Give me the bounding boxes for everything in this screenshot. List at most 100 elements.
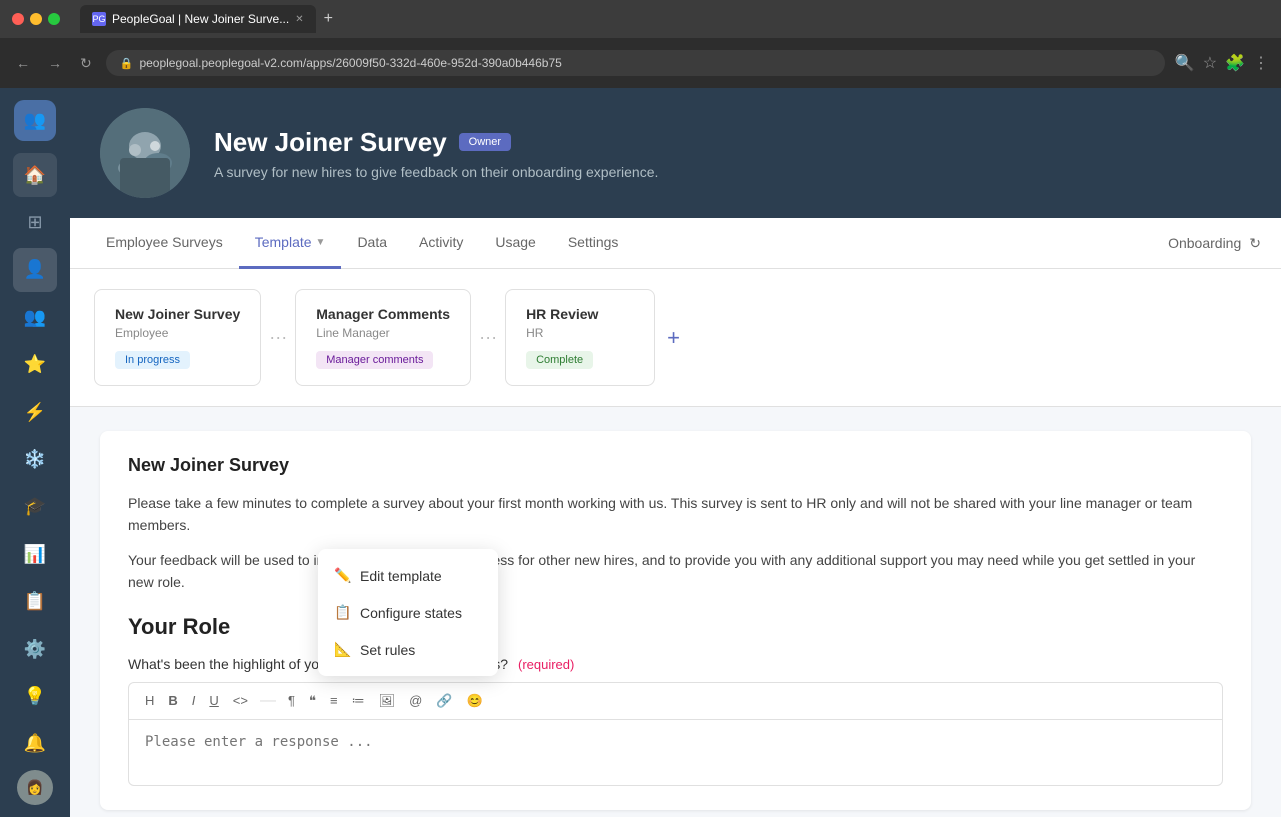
tab-label-activity: Activity (419, 234, 463, 250)
sidebar-item-okr[interactable]: ❄️ (13, 438, 57, 481)
address-bar[interactable]: 🔒 peoplegoal.peoplegoal-v2.com/apps/2600… (106, 50, 1165, 76)
stage-badge-1: In progress (115, 351, 190, 369)
user-avatar[interactable]: 👩 (17, 770, 53, 806)
logo-icon: 👥 (24, 110, 46, 131)
header-info: New Joiner Survey Owner A survey for new… (214, 127, 1251, 180)
browser-titlebar: PG PeopleGoal | New Joiner Surve... ✕ + (0, 0, 1281, 38)
tab-data[interactable]: Data (341, 218, 403, 269)
survey-section: New Joiner Survey Please take a few minu… (100, 431, 1251, 810)
response-area-1: H B I U <> — ¶ ❝ ≡ ≔ 🖼 @ 🔗 (128, 682, 1223, 786)
star-icon: ⭐ (24, 354, 46, 375)
new-tab-button[interactable]: + (324, 10, 333, 28)
sidebar-item-home[interactable]: 🏠 (13, 153, 57, 196)
app-logo[interactable]: 👥 (14, 100, 56, 141)
paragraph-button[interactable]: ¶ (284, 691, 299, 710)
italic-button[interactable]: I (188, 691, 200, 710)
survey-section-title: New Joiner Survey (128, 455, 1223, 476)
tab-activity[interactable]: Activity (403, 218, 479, 269)
tab-label-template: Template (255, 234, 312, 250)
minimize-button[interactable] (30, 13, 42, 25)
bulb-icon: 💡 (24, 686, 46, 707)
traffic-lights (12, 13, 60, 25)
menu-icon[interactable]: ⋮ (1253, 53, 1269, 73)
tab-usage[interactable]: Usage (479, 218, 551, 269)
tab-label-usage: Usage (495, 234, 535, 250)
tab-favicon: PG (92, 12, 106, 26)
nav-right-onboarding[interactable]: Onboarding ↻ (1168, 235, 1261, 252)
link-button[interactable]: 🔗 (432, 691, 456, 711)
stage-dots-1: ··· (261, 327, 295, 348)
active-tab[interactable]: PG PeopleGoal | New Joiner Surve... ✕ (80, 5, 316, 33)
sidebar-item-reports[interactable]: 📋 (13, 580, 57, 623)
app-header: New Joiner Survey Owner A survey for new… (70, 88, 1281, 218)
code-button[interactable]: <> (229, 691, 252, 710)
maximize-button[interactable] (48, 13, 60, 25)
stage-badge-2: Manager comments (316, 351, 433, 369)
dropdown-item-configure-states[interactable]: 📋 Configure states (318, 594, 498, 631)
tab-close-icon[interactable]: ✕ (295, 14, 303, 25)
tab-label-employee-surveys: Employee Surveys (106, 234, 223, 250)
image-button[interactable]: 🖼 (375, 691, 400, 711)
survey-avatar-image (100, 108, 190, 198)
back-button[interactable]: ← (12, 51, 34, 75)
tab-employee-surveys[interactable]: Employee Surveys (90, 218, 239, 269)
stage-card-hr[interactable]: HR Review HR Complete (505, 289, 655, 386)
tab-settings[interactable]: Settings (552, 218, 635, 269)
sidebar-item-analytics[interactable]: 📊 (13, 533, 57, 576)
stage-card-manager[interactable]: Manager Comments Line Manager Manager co… (295, 289, 471, 386)
response-input-1[interactable] (129, 720, 1222, 780)
survey-description-2: Your feedback will be used to improve ou… (128, 549, 1223, 594)
stage-dots-2: ··· (471, 327, 505, 348)
stage-name-2: Manager Comments (316, 306, 450, 322)
blockquote-button[interactable]: ❝ (305, 691, 320, 711)
question-1-label: What's been the highlight of your first … (128, 656, 1223, 672)
sidebar-item-apps[interactable]: ⊞ (13, 201, 57, 244)
bullet-list-button[interactable]: ≡ (326, 691, 342, 710)
content-area: New Joiner Survey Employee In progress ·… (70, 269, 1281, 817)
sidebar-item-goals[interactable]: ⭐ (13, 343, 57, 386)
dropdown-item-edit-template[interactable]: ✏️ Edit template (318, 557, 498, 594)
survey-description-1: Please take a few minutes to complete a … (128, 492, 1223, 537)
sidebar-item-team[interactable]: 👥 (13, 296, 57, 339)
snowflake-icon: ❄️ (24, 449, 46, 470)
tab-bar: PG PeopleGoal | New Joiner Surve... ✕ + (80, 5, 1269, 33)
emoji-button[interactable]: 😊 (462, 691, 486, 711)
underline-button[interactable]: U (205, 691, 222, 710)
stage-card-new-joiner[interactable]: New Joiner Survey Employee In progress (94, 289, 261, 386)
rules-icon: 📐 (334, 641, 350, 658)
mention-button[interactable]: @ (405, 691, 426, 710)
dropdown-menu: ✏️ Edit template 📋 Configure states 📐 Se… (318, 549, 498, 676)
refresh-button[interactable]: ↻ (76, 51, 96, 76)
tab-label: PeopleGoal | New Joiner Surve... (112, 12, 289, 26)
numbered-list-button[interactable]: ≔ (348, 691, 369, 711)
survey-subtitle: A survey for new hires to give feedback … (214, 164, 1251, 180)
configure-icon: 📋 (334, 604, 350, 621)
dropdown-overlay: ✏️ Edit template 📋 Configure states 📐 Se… (318, 549, 498, 676)
add-stage-button[interactable]: + (655, 325, 692, 351)
bold-button[interactable]: B (164, 691, 181, 710)
bookmark-icon[interactable]: ☆ (1203, 53, 1217, 73)
sidebar: 👥 🏠 ⊞ 👤 👥 ⭐ ⚡ ❄️ 🎓 📊 📋 (0, 88, 70, 817)
extensions-icon[interactable]: 🧩 (1225, 53, 1245, 73)
stage-role-2: Line Manager (316, 326, 450, 340)
heading-button[interactable]: H (141, 691, 158, 710)
forward-button[interactable]: → (44, 51, 66, 75)
close-button[interactable] (12, 13, 24, 25)
sidebar-item-users[interactable]: 👤 (13, 248, 57, 291)
dropdown-item-set-rules[interactable]: 📐 Set rules (318, 631, 498, 668)
sidebar-item-tips[interactable]: 💡 (13, 675, 57, 718)
sidebar-item-learning[interactable]: 🎓 (13, 485, 57, 528)
configure-states-label: Configure states (360, 605, 462, 621)
tab-template[interactable]: Template ▼ (239, 218, 342, 269)
sidebar-item-notifications[interactable]: 🔔 (13, 722, 57, 765)
url-text: peoplegoal.peoplegoal-v2.com/apps/26009f… (139, 56, 561, 70)
gear-icon: ⚙️ (24, 639, 46, 660)
table-icon: 📋 (24, 591, 46, 612)
search-icon[interactable]: 🔍 (1175, 53, 1195, 73)
browser-addressbar: ← → ↻ 🔒 peoplegoal.peoplegoal-v2.com/app… (0, 38, 1281, 88)
sidebar-item-performance[interactable]: ⚡ (13, 390, 57, 433)
editor-toolbar: H B I U <> — ¶ ❝ ≡ ≔ 🖼 @ 🔗 (129, 683, 1222, 720)
home-icon: 🏠 (24, 165, 46, 186)
team-icon: 👥 (24, 307, 46, 328)
sidebar-item-settings[interactable]: ⚙️ (13, 627, 57, 670)
